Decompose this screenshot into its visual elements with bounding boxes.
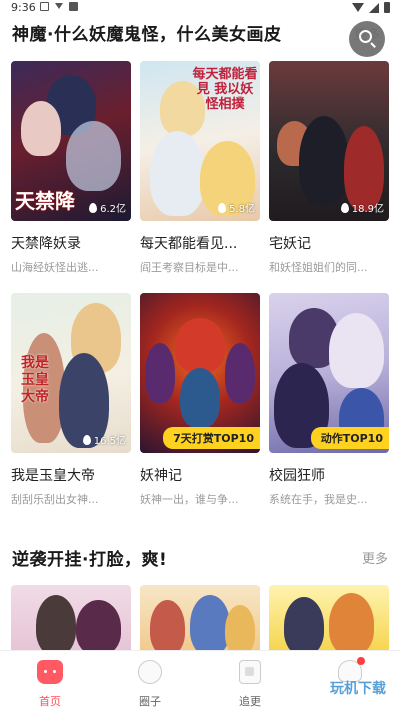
comic-card-yuhuang[interactable]: 我是 玉皇大帝 16.5亿 我是玉皇大帝 刮刮乐刮出女神...: [11, 293, 131, 507]
view-count: 6.2亿: [89, 200, 126, 215]
comic-title[interactable]: 每天都能看见...: [140, 233, 260, 253]
comic-desc: 和妖怪姐姐们的同...: [269, 261, 368, 274]
follow-icon: [239, 660, 261, 684]
cover-logo-text: 每天都能看見 我以妖怪相撲: [192, 67, 258, 112]
signal-icon: [369, 2, 379, 13]
flame-icon: [340, 202, 349, 213]
nav-follow[interactable]: 追更: [200, 651, 300, 711]
watermark-logo: 玩机下载: [330, 681, 386, 697]
comic-title[interactable]: 宅妖记: [269, 233, 389, 253]
comic-desc: 阎王考察目标是中...: [140, 261, 239, 274]
cover-logo-text: 天禁降: [15, 189, 75, 213]
nav-label: 追更: [239, 695, 261, 708]
nav-circle[interactable]: 圈子: [100, 651, 200, 711]
status-bar: 9:36: [0, 0, 400, 16]
comic-card-yaoshen[interactable]: 7天打赏TOP10 妖神记 妖神一出，谁与争...: [140, 293, 260, 507]
comic-cover[interactable]: 18.9亿: [269, 61, 389, 221]
cover-logo-text: 我是 玉皇大帝: [21, 355, 49, 405]
download-icon: [55, 3, 63, 9]
comic-title[interactable]: 妖神记: [140, 465, 260, 485]
rank-badge: 7天打赏TOP10: [163, 427, 260, 449]
comic-title[interactable]: 天禁降妖录: [11, 233, 131, 253]
nav-home[interactable]: 首页: [0, 651, 100, 711]
comic-title[interactable]: 校园狂师: [269, 465, 389, 485]
section-title-demons: 神魔·什么妖魔鬼怪，什么美女画皮: [12, 25, 282, 45]
more-link-counterattack[interactable]: 更多: [362, 548, 388, 567]
comic-desc: 山海经妖怪出逃...: [11, 261, 99, 274]
image-notification-icon: [40, 2, 49, 11]
comic-desc: 系统在手，我是史...: [269, 493, 368, 506]
nav-label: 圈子: [139, 695, 161, 708]
comic-cover[interactable]: [269, 585, 389, 655]
comic-cover[interactable]: 动作TOP10: [269, 293, 389, 453]
comic-card-meitian[interactable]: 每天都能看見 我以妖怪相撲 5.8亿 每天都能看见... 阎王考察目标是中...: [140, 61, 260, 275]
comic-card-row3-1[interactable]: [11, 585, 131, 655]
document-icon: [69, 2, 78, 11]
status-time: 9:36: [11, 1, 36, 14]
view-count: 18.9亿: [340, 200, 384, 215]
notification-dot: [357, 657, 365, 665]
comic-cover[interactable]: [140, 585, 260, 655]
view-count: 5.8亿: [218, 200, 255, 215]
comic-card-row3-2[interactable]: [140, 585, 260, 655]
comic-cover[interactable]: 我是 玉皇大帝 16.5亿: [11, 293, 131, 453]
comic-desc: 刮刮乐刮出女神...: [11, 493, 99, 506]
comic-desc: 妖神一出，谁与争...: [140, 493, 239, 506]
battery-icon: [384, 2, 390, 13]
search-icon: [359, 30, 372, 43]
view-count: 16.5亿: [82, 432, 126, 447]
comic-card-row3-3[interactable]: [269, 585, 389, 655]
comic-cover[interactable]: 每天都能看見 我以妖怪相撲 5.8亿: [140, 61, 260, 221]
flame-icon: [89, 202, 98, 213]
home-icon: [37, 660, 63, 684]
status-right: [352, 2, 390, 13]
notification-icons: [40, 2, 78, 11]
section-title-counterattack: 逆袭开挂·打脸，爽!: [12, 550, 168, 570]
comic-cover[interactable]: [11, 585, 131, 655]
comic-card-tianjin[interactable]: 天禁降 6.2亿 天禁降妖录 山海经妖怪出逃...: [11, 61, 131, 275]
search-button[interactable]: [349, 21, 385, 57]
comic-title[interactable]: 我是玉皇大帝: [11, 465, 131, 485]
nav-label: 首页: [39, 695, 61, 708]
flame-icon: [218, 202, 227, 213]
circle-icon: [138, 660, 162, 684]
comic-cover[interactable]: 7天打赏TOP10: [140, 293, 260, 453]
comic-cover[interactable]: 天禁降 6.2亿: [11, 61, 131, 221]
wifi-icon: [352, 3, 364, 12]
comic-card-xiaoyuan[interactable]: 动作TOP10 校园狂师 系统在手，我是史...: [269, 293, 389, 507]
flame-icon: [82, 434, 91, 445]
comic-card-zhaiyao[interactable]: 18.9亿 宅妖记 和妖怪姐姐们的同...: [269, 61, 389, 275]
rank-badge: 动作TOP10: [310, 427, 389, 449]
